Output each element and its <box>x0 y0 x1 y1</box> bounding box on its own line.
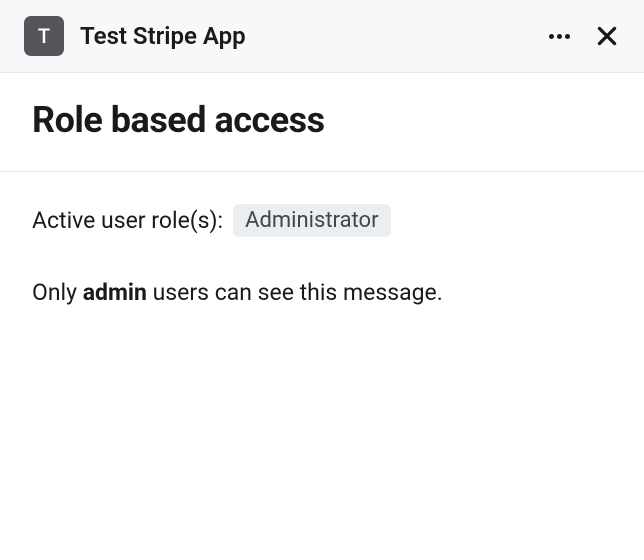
message-suffix: users can see this message. <box>147 279 443 306</box>
app-icon: T <box>24 16 64 56</box>
header-bar: T Test Stripe App <box>0 0 644 73</box>
message-bold: admin <box>83 279 147 306</box>
close-button[interactable] <box>594 23 620 49</box>
role-badge: Administrator <box>233 204 390 237</box>
role-row: Active user role(s): Administrator <box>32 204 612 237</box>
more-button[interactable] <box>545 30 574 43</box>
message-prefix: Only <box>32 279 83 306</box>
header-right <box>545 23 620 49</box>
close-icon <box>594 23 620 49</box>
content-section: Active user role(s): Administrator Only … <box>0 172 644 338</box>
more-icon <box>549 34 570 39</box>
title-section: Role based access <box>0 73 644 172</box>
header-left: T Test Stripe App <box>24 16 246 56</box>
admin-message: Only admin users can see this message. <box>32 279 612 306</box>
role-label: Active user role(s): <box>32 207 223 234</box>
page-title: Role based access <box>32 99 612 141</box>
app-title: Test Stripe App <box>80 22 246 50</box>
app-icon-letter: T <box>38 24 50 48</box>
